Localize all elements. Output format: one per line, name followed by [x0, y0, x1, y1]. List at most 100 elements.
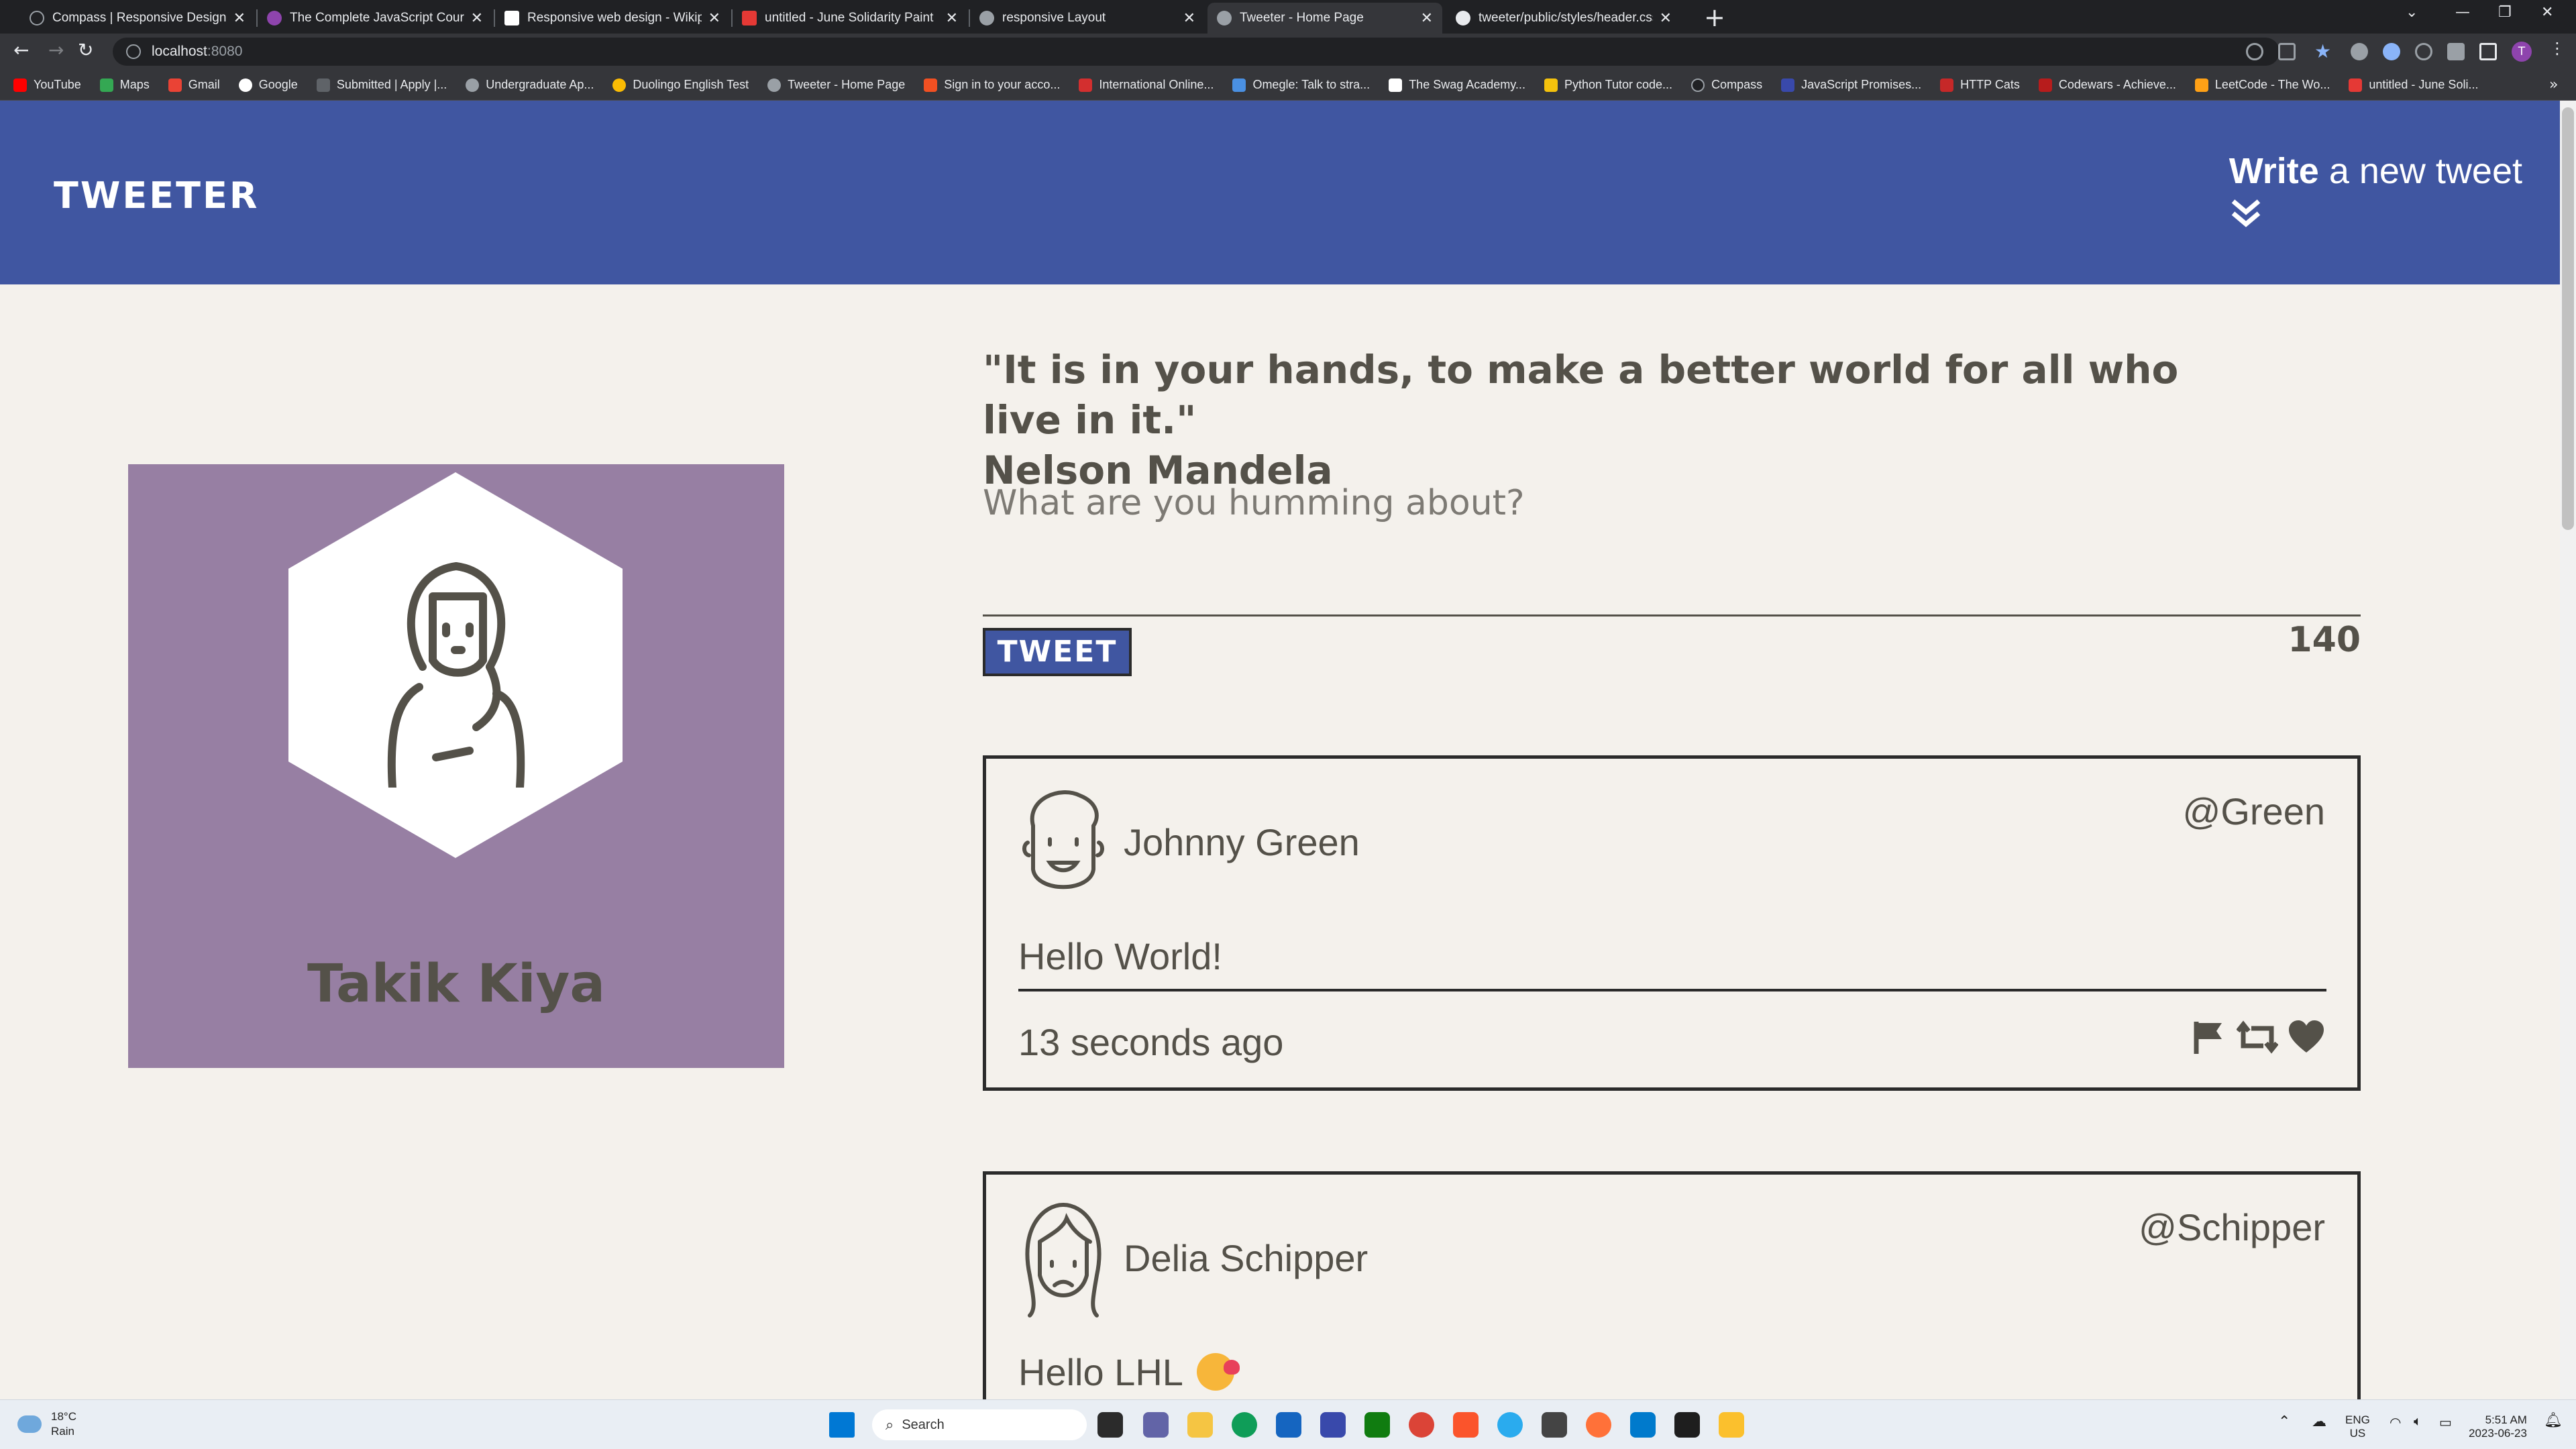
- bookmark-codewars[interactable]: Codewars - Achieve...: [2038, 78, 2176, 92]
- bookmark-star-icon[interactable]: ★: [2314, 40, 2331, 62]
- chrome-icon[interactable]: [1409, 1412, 1434, 1438]
- tray-chevron-up-icon[interactable]: ⌃: [2278, 1414, 2290, 1429]
- extension-circle-icon[interactable]: [2383, 43, 2400, 60]
- bookmark-undergraduate[interactable]: Undergraduate Ap...: [466, 78, 594, 92]
- close-tab-icon[interactable]: ✕: [471, 9, 483, 27]
- terminal-icon[interactable]: [1674, 1412, 1700, 1438]
- tab-javascript-course[interactable]: The Complete JavaScript Course ✕: [258, 3, 492, 34]
- close-tab-icon[interactable]: ✕: [708, 9, 720, 27]
- zoom-icon[interactable]: [2246, 43, 2263, 60]
- profile-avatar[interactable]: T: [2512, 42, 2532, 62]
- windows-taskbar: 18°C Rain ⌕ Search ⌃ ☁ ENG US ◠ 🔈︎ ▭ 5:5…: [0, 1399, 2576, 1449]
- url-port: :8080: [207, 44, 243, 59]
- address-bar[interactable]: localhost :8080: [113, 38, 2279, 66]
- tab-compass[interactable]: Compass | Responsive Design ✕: [20, 3, 255, 34]
- tab-responsive-layout[interactable]: responsive Layout ✕: [970, 3, 1205, 34]
- close-tab-icon[interactable]: ✕: [1421, 9, 1433, 27]
- firefox-icon[interactable]: [1586, 1412, 1611, 1438]
- flag-icon[interactable]: [2191, 1019, 2227, 1055]
- volume-icon[interactable]: 🔈︎: [2414, 1415, 2422, 1428]
- bookmarks-overflow-icon[interactable]: »: [2549, 76, 2558, 93]
- tweet-textarea[interactable]: What are you humming about?: [983, 483, 1525, 523]
- close-tab-icon[interactable]: ✕: [946, 9, 958, 27]
- bookmark-duolingo[interactable]: Duolingo English Test: [612, 78, 749, 92]
- extension-openai-icon[interactable]: [2351, 43, 2368, 60]
- edge-icon[interactable]: [1232, 1412, 1257, 1438]
- bookmark-international-online[interactable]: International Online...: [1079, 78, 1214, 92]
- unity-icon[interactable]: [1542, 1412, 1567, 1438]
- write-new-tweet-toggle[interactable]: Write a new tweet: [2229, 150, 2522, 227]
- tab-github-header-css[interactable]: tweeter/public/styles/header.css ✕: [1446, 3, 1681, 34]
- bookmark-leetcode[interactable]: LeetCode - The Wo...: [2194, 78, 2330, 92]
- tab-wikipedia[interactable]: Responsive web design - Wikipe ✕: [495, 3, 730, 34]
- bookmark-js-promises[interactable]: JavaScript Promises...: [1781, 78, 1921, 92]
- language-indicator[interactable]: ENG US: [2345, 1413, 2370, 1440]
- security-shield-icon[interactable]: [1719, 1412, 1744, 1438]
- bookmark-swag-academy[interactable]: The Swag Academy...: [1389, 78, 1525, 92]
- new-tab-icon[interactable]: +: [1704, 3, 1725, 32]
- bookmark-http-cats[interactable]: HTTP Cats: [1940, 78, 2020, 92]
- back-icon[interactable]: ←: [13, 39, 29, 61]
- taskbar-search[interactable]: ⌕ Search: [872, 1409, 1087, 1440]
- task-view-icon[interactable]: [1097, 1412, 1123, 1438]
- extensions-puzzle-icon[interactable]: [2447, 43, 2465, 60]
- tab-solidarity-paint[interactable]: untitled - June Solidarity Paint ✕: [733, 3, 967, 34]
- extension-ring-icon[interactable]: [2415, 43, 2432, 60]
- bookmark-maps[interactable]: Maps: [99, 78, 150, 92]
- forward-icon[interactable]: →: [48, 39, 64, 61]
- windows-start-icon[interactable]: [829, 1412, 855, 1438]
- bookmark-label: Omegle: Talk to stra...: [1252, 78, 1371, 91]
- double-chevron-down-icon[interactable]: [2229, 197, 2263, 229]
- bookmark-label: YouTube: [34, 78, 81, 91]
- notification-bell-icon[interactable]: 🔔︎: [2544, 1413, 2563, 1428]
- close-tab-icon[interactable]: ✕: [233, 9, 246, 27]
- bookmark-microsoft-signin[interactable]: Sign in to your acco...: [924, 78, 1060, 92]
- profile-hexagon: [288, 472, 623, 858]
- battery-icon[interactable]: ▭: [2439, 1416, 2452, 1430]
- wifi-icon[interactable]: ◠: [2390, 1416, 2401, 1430]
- bookmark-gmail[interactable]: Gmail: [168, 78, 220, 92]
- tab-title: Compass | Responsive Design: [52, 11, 227, 25]
- reload-icon[interactable]: ↻: [78, 39, 93, 61]
- bookmark-tweeter[interactable]: Tweeter - Home Page: [767, 78, 905, 92]
- pen-app-icon[interactable]: [1320, 1412, 1346, 1438]
- telegram-icon[interactable]: [1497, 1412, 1523, 1438]
- bookmark-google[interactable]: Google: [238, 78, 298, 92]
- bookmark-omegle[interactable]: Omegle: Talk to stra...: [1232, 78, 1370, 92]
- brand-logo[interactable]: TWEETER: [54, 174, 259, 217]
- minimize-icon[interactable]: —: [2455, 4, 2470, 21]
- tab-tweeter-home[interactable]: Tweeter - Home Page ✕: [1208, 3, 1442, 34]
- bookmark-submitted-apply[interactable]: Submitted | Apply |...: [316, 78, 447, 92]
- file-explorer-icon[interactable]: [1187, 1412, 1213, 1438]
- cloud-icon[interactable]: ☁: [2312, 1414, 2326, 1429]
- teams-chat-icon[interactable]: [1143, 1412, 1169, 1438]
- bookmark-solidarity-paint[interactable]: untitled - June Soli...: [2349, 78, 2478, 92]
- compose-text: a new tweet: [2318, 151, 2522, 191]
- microsoft-store-icon[interactable]: [1276, 1412, 1301, 1438]
- paint-icon: [2349, 78, 2363, 92]
- xbox-icon[interactable]: [1364, 1412, 1390, 1438]
- tweet-button[interactable]: TWEET: [983, 628, 1132, 676]
- quote-text: "It is in your hands, to make a better w…: [983, 347, 2179, 443]
- heart-icon[interactable]: [2288, 1019, 2325, 1055]
- vscode-icon[interactable]: [1630, 1412, 1656, 1438]
- brave-icon[interactable]: [1453, 1412, 1479, 1438]
- side-panel-icon[interactable]: [2479, 43, 2497, 60]
- bookmark-python-tutor[interactable]: Python Tutor code...: [1544, 78, 1672, 92]
- site-info-icon[interactable]: [126, 44, 141, 59]
- weather-widget[interactable]: 18°C Rain: [17, 1409, 76, 1439]
- bookmark-label: International Online...: [1099, 78, 1214, 91]
- share-icon[interactable]: [2278, 43, 2296, 60]
- page-scrollbar-thumb[interactable]: [2562, 107, 2574, 530]
- tab-search-chevron-icon[interactable]: ⌄: [2406, 4, 2418, 21]
- retweet-icon[interactable]: [2237, 1019, 2278, 1055]
- clock[interactable]: 5:51 AM 2023-06-23: [2469, 1413, 2527, 1440]
- bookmark-youtube[interactable]: YouTube: [13, 78, 81, 92]
- bookmark-compass[interactable]: Compass: [1691, 78, 1762, 92]
- more-menu-icon[interactable]: ⋮: [2549, 39, 2565, 58]
- restore-icon[interactable]: ❐: [2498, 4, 2512, 21]
- close-window-icon[interactable]: ✕: [2541, 4, 2553, 21]
- bookmark-label: Maps: [119, 78, 150, 91]
- close-tab-icon[interactable]: ✕: [1183, 9, 1195, 27]
- close-tab-icon[interactable]: ✕: [1660, 9, 1672, 27]
